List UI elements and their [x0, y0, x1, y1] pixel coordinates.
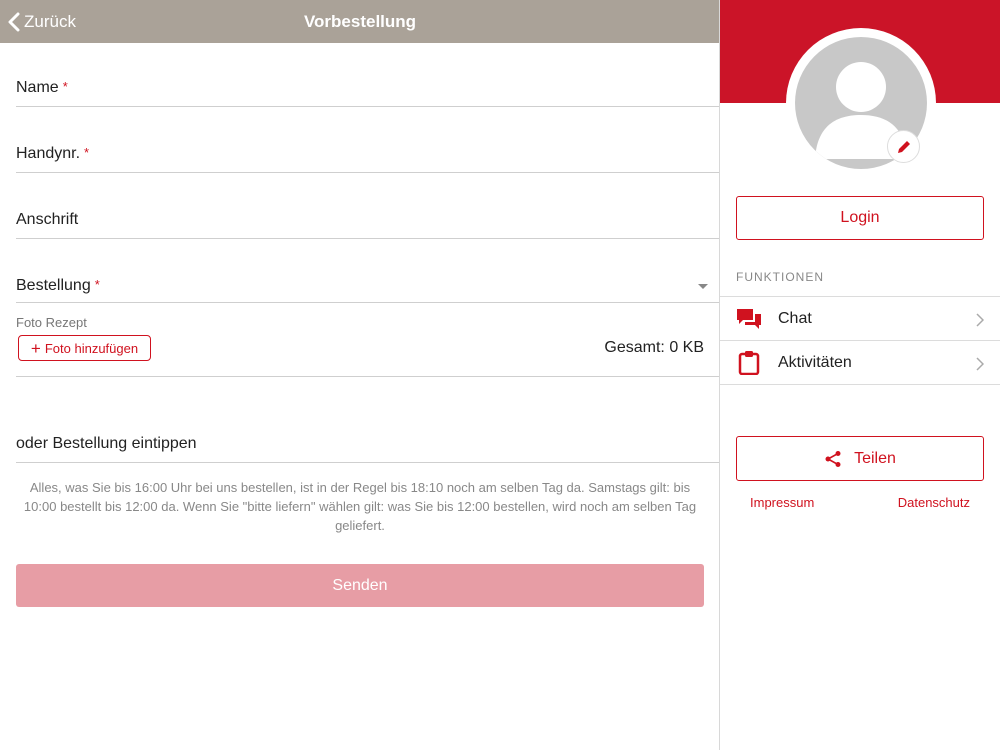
menu-item-label: Aktivitäten — [778, 353, 852, 371]
chat-icon — [737, 309, 761, 329]
address-label: Anschrift — [16, 211, 79, 228]
order-form-panel: Zurück Vorbestellung Name * Handynr. * Ans… — [0, 0, 720, 750]
navigation-bar: Zurück Vorbestellung — [0, 0, 720, 43]
login-button[interactable]: Login — [736, 196, 984, 240]
section-header: FUNKTIONEN — [736, 270, 824, 284]
chevron-right-icon — [976, 357, 984, 371]
send-button[interactable]: Senden — [16, 564, 704, 607]
total-size: Gesamt: 0 KB — [604, 339, 704, 356]
share-label: Teilen — [854, 449, 896, 467]
add-photo-label: Foto hinzufügen — [44, 340, 139, 356]
type-order-field[interactable]: oder Bestellung eintippen — [16, 420, 720, 463]
photo-section: Foto Rezept + Foto hinzufügen Gesamt: 0 … — [16, 304, 720, 377]
required-mark: * — [62, 79, 68, 94]
required-mark: * — [94, 277, 100, 292]
required-mark: * — [84, 145, 90, 160]
add-photo-button[interactable]: + Foto hinzufügen — [18, 335, 151, 361]
dropdown-arrow-icon — [698, 284, 708, 289]
menu-item-chat[interactable]: Chat — [720, 297, 1000, 341]
datenschutz-link[interactable]: Datenschutz — [898, 495, 970, 510]
menu-item-activities[interactable]: Aktivitäten — [720, 341, 1000, 385]
share-icon — [825, 450, 841, 467]
address-field[interactable]: Anschrift — [16, 198, 720, 239]
photo-label: Foto Rezept — [16, 315, 87, 330]
impressum-link[interactable]: Impressum — [750, 495, 814, 510]
edit-profile-button[interactable] — [887, 130, 920, 163]
phone-label: Handynr. * — [16, 145, 90, 162]
pencil-icon — [897, 140, 910, 153]
order-label: Bestellung * — [16, 277, 100, 294]
page-title: Vorbestellung — [303, 12, 417, 31]
plus-icon: + — [30, 338, 41, 358]
chevron-right-icon — [976, 313, 984, 327]
clipboard-icon — [738, 351, 760, 375]
name-field[interactable]: Name * — [16, 66, 720, 107]
info-text: Alles, was Sie bis 16:00 Uhr bei uns bes… — [23, 480, 697, 533]
type-order-label: oder Bestellung eintippen — [16, 435, 197, 452]
share-button[interactable]: Teilen — [736, 436, 984, 481]
sidebar: Login FUNKTIONEN Chat Aktivitäten Teilen… — [720, 0, 1000, 750]
menu-item-label: Chat — [778, 309, 812, 327]
name-label: Name * — [16, 79, 68, 96]
phone-field[interactable]: Handynr. * — [16, 132, 720, 173]
function-menu: Chat Aktivitäten — [720, 296, 1000, 385]
order-select[interactable]: Bestellung * — [16, 264, 720, 303]
